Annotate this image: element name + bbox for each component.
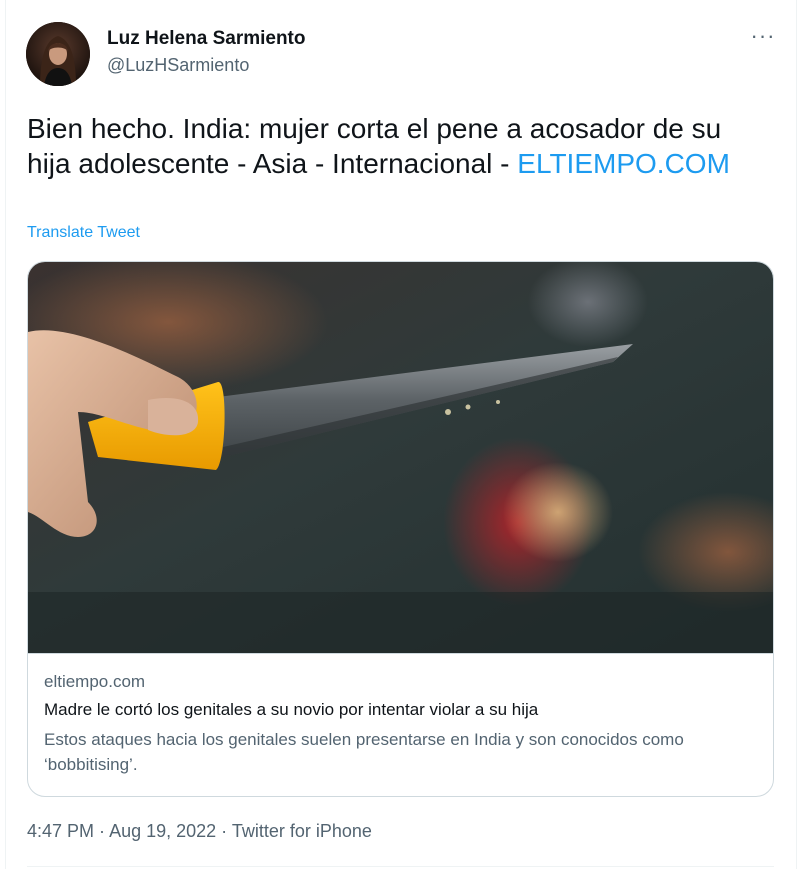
tweet-time[interactable]: 4:47 PM <box>27 821 94 841</box>
frame-left-border <box>0 0 6 869</box>
tweet-meta: 4:47 PM · Aug 19, 2022 · Twitter for iPh… <box>27 821 372 842</box>
author-handle[interactable]: @LuzHSarmiento <box>107 55 249 76</box>
avatar-image <box>26 22 90 86</box>
card-body: eltiempo.com Madre le cortó los genitale… <box>28 653 773 796</box>
meta-separator: · <box>94 821 110 841</box>
frame-right-border <box>796 0 800 869</box>
meta-separator-2: · <box>216 821 232 841</box>
avatar[interactable] <box>26 22 90 86</box>
tweet-link[interactable]: ELTIEMPO.COM <box>517 148 730 179</box>
card-title: Madre le cortó los genitales a su novio … <box>44 700 539 719</box>
tweet-date[interactable]: Aug 19, 2022 <box>109 821 216 841</box>
translate-tweet-link[interactable]: Translate Tweet <box>27 224 140 242</box>
tweet-source[interactable]: Twitter for iPhone <box>232 821 372 841</box>
card-description: Estos ataques hacia los genitales suelen… <box>44 730 684 774</box>
card-domain: eltiempo.com <box>44 672 146 691</box>
tweet-text: Bien hecho. India: mujer corta el pene a… <box>27 111 767 181</box>
link-preview-card[interactable]: eltiempo.com Madre le cortó los genitale… <box>27 261 774 797</box>
more-horizontal-icon[interactable]: ··· <box>746 24 780 52</box>
card-image <box>28 262 773 653</box>
divider <box>27 866 774 867</box>
author-name[interactable]: Luz Helena Sarmiento <box>107 28 306 50</box>
